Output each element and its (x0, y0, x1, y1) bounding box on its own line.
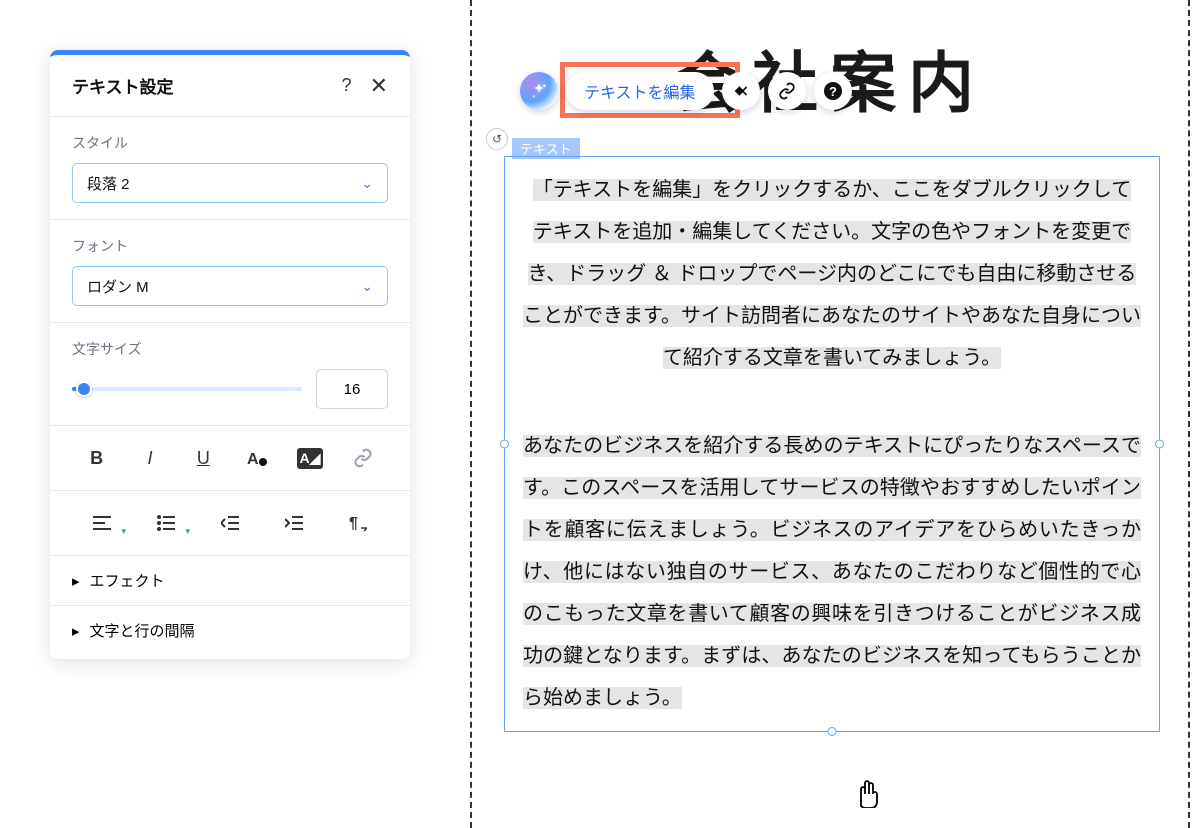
effects-label: エフェクト (90, 570, 165, 591)
resize-handle-left[interactable] (500, 440, 509, 449)
font-size-slider[interactable] (72, 374, 302, 404)
text-direction-button[interactable]: ¶ (340, 505, 376, 541)
guide-line (1188, 0, 1190, 828)
panel-header: テキスト設定 ? ✕ (50, 55, 410, 117)
edit-text-button[interactable]: テキストを編集 (566, 72, 714, 110)
size-section: 文字サイズ 16 (50, 323, 410, 426)
resize-handle-right[interactable] (1155, 440, 1164, 449)
font-section: フォント ロダン M ⌄ (50, 220, 410, 323)
size-label: 文字サイズ (72, 339, 388, 359)
body-paragraph-1[interactable]: 「テキストを編集」をクリックするか、ここをダブルクリックしてテキストを追加・編集… (523, 179, 1141, 369)
outdent-button[interactable] (212, 505, 248, 541)
font-value: ロダン M (87, 276, 149, 297)
list-button[interactable] (148, 505, 184, 541)
format-row-2: ¶ (50, 491, 410, 556)
bold-button[interactable]: B (79, 440, 115, 476)
caret-right-icon: ▸ (72, 622, 80, 640)
style-section: スタイル 段落 2 ⌄ (50, 117, 410, 220)
svg-text:?: ? (829, 84, 837, 99)
spacing-label: 文字と行の間隔 (90, 620, 195, 641)
font-dropdown[interactable]: ロダン M ⌄ (72, 266, 388, 306)
italic-button[interactable]: I (132, 440, 168, 476)
element-toolbar: テキストを編集 ? (520, 72, 852, 110)
svg-text:¶: ¶ (349, 515, 358, 532)
spacing-section[interactable]: ▸ 文字と行の間隔 (50, 606, 410, 655)
svg-text:A: A (247, 451, 259, 468)
highlight-color-button[interactable]: A◢ (292, 440, 328, 476)
help-icon[interactable]: ? (342, 75, 352, 96)
resize-handle-bottom[interactable] (828, 727, 837, 736)
editor-canvas: 会社案内 テキストを編集 ? ↺ テキスト 「テキストを編集」をクリックするか、… (470, 0, 1190, 828)
guide-line (470, 0, 472, 828)
align-button[interactable] (84, 505, 120, 541)
chevron-down-icon: ⌄ (361, 278, 373, 295)
animation-button[interactable] (722, 72, 760, 110)
effects-section[interactable]: ▸ エフェクト (50, 556, 410, 606)
help-button[interactable]: ? (814, 72, 852, 110)
caret-right-icon: ▸ (72, 572, 80, 590)
underline-button[interactable]: U (185, 440, 221, 476)
style-value: 段落 2 (87, 173, 130, 194)
body-paragraph-2[interactable]: あなたのビジネスを紹介する長めのテキストにぴったりなスペースです。このスペースを… (523, 435, 1141, 709)
indent-button[interactable] (276, 505, 312, 541)
cursor-icon (852, 774, 882, 808)
link-button[interactable] (345, 440, 381, 476)
style-dropdown[interactable]: 段落 2 ⌄ (72, 163, 388, 203)
panel-title: テキスト設定 (72, 73, 174, 98)
text-color-button[interactable]: A (239, 440, 275, 476)
ai-sparkle-button[interactable] (520, 72, 558, 110)
chevron-down-icon: ⌄ (361, 175, 373, 192)
close-icon[interactable]: ✕ (370, 75, 388, 97)
format-row-1: B I U A A◢ (50, 426, 410, 491)
font-size-input[interactable]: 16 (316, 369, 388, 409)
text-element[interactable]: 「テキストを編集」をクリックするか、ここをダブルクリックしてテキストを追加・編集… (504, 156, 1160, 732)
font-label: フォント (72, 236, 388, 256)
link-button[interactable] (768, 72, 806, 110)
restore-icon[interactable]: ↺ (486, 128, 508, 150)
style-label: スタイル (72, 133, 388, 153)
text-settings-panel: テキスト設定 ? ✕ スタイル 段落 2 ⌄ フォント ロダン M ⌄ 文字サイ… (50, 50, 410, 659)
